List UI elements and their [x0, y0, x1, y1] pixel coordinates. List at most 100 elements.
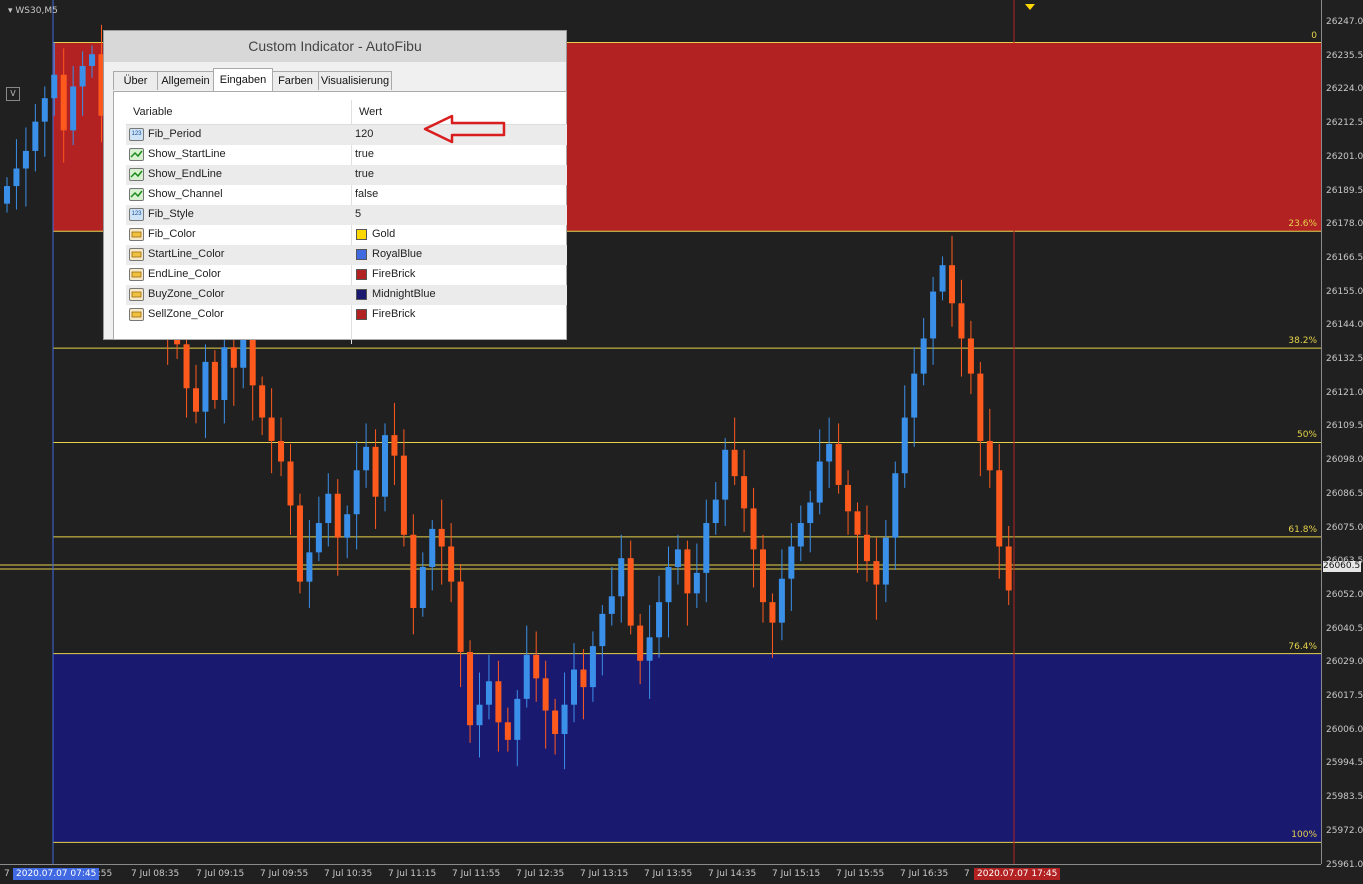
price-tick: 26224.0	[1326, 84, 1363, 95]
price-tick: 26235.5	[1326, 50, 1363, 61]
candle-body	[703, 523, 710, 573]
column-variable[interactable]: Variable	[133, 106, 173, 118]
price-tick: 25994.5	[1326, 758, 1363, 769]
candle-body	[920, 338, 927, 374]
variable-name: Show_Channel	[148, 188, 223, 200]
variable-value[interactable]: MidnightBlue	[372, 288, 436, 300]
candle-body	[589, 646, 596, 688]
time-tick: 7 Jul 16:35	[900, 869, 949, 879]
candle-body	[504, 722, 511, 740]
dialog-title[interactable]: Custom Indicator - AutoFibu	[104, 31, 566, 62]
variable-value[interactable]: true	[355, 148, 374, 160]
time-tick: 7	[4, 869, 10, 879]
candle-body	[429, 528, 436, 567]
candle-body	[826, 443, 833, 462]
variable-value[interactable]: FireBrick	[372, 308, 415, 320]
tab-eingaben[interactable]: Eingaben	[213, 68, 273, 91]
candle-body	[930, 291, 937, 339]
time-tick: 7 Jul 09:15	[196, 869, 245, 879]
candle-body	[4, 186, 10, 204]
tab-allgemein[interactable]: Allgemein	[157, 71, 214, 90]
candle-body	[996, 470, 1003, 547]
variable-name: BuyZone_Color	[148, 288, 225, 300]
candle-body	[60, 74, 67, 131]
color-swatch[interactable]	[356, 249, 367, 260]
variable-name: Show_StartLine	[148, 148, 226, 160]
price-tick: 26006.0	[1326, 724, 1363, 735]
input-row[interactable]: Show_StartLine true	[126, 145, 567, 165]
candle-body	[240, 335, 247, 368]
variable-name: Fib_Style	[148, 208, 194, 220]
color-swatch[interactable]	[356, 269, 367, 280]
candle-body	[32, 121, 39, 151]
variable-value[interactable]: 120	[355, 128, 373, 140]
column-value[interactable]: Wert	[359, 106, 382, 118]
price-tick: 26155.0	[1326, 286, 1363, 297]
candle-body	[949, 265, 955, 304]
current-price-badge: 26060.5	[1323, 561, 1361, 572]
price-tick: 26017.5	[1326, 691, 1363, 701]
input-row[interactable]: SellZone_Color FireBrick	[126, 305, 567, 325]
candle-body	[70, 86, 77, 131]
color-swatch[interactable]	[356, 289, 367, 300]
candle-body	[760, 549, 766, 603]
input-row[interactable]: EndLine_Color FireBrick	[126, 265, 567, 285]
candle-body	[372, 446, 379, 497]
color-swatch[interactable]	[356, 229, 367, 240]
color-icon	[129, 228, 144, 241]
price-tick: 26052.0	[1326, 589, 1363, 600]
fib-label: 50%	[1296, 430, 1317, 441]
variable-value[interactable]: FireBrick	[372, 268, 415, 280]
variable-value[interactable]: Gold	[372, 228, 395, 240]
red-arrow-annotation	[423, 114, 506, 144]
candle-body	[211, 361, 218, 400]
tab-visualisierung[interactable]: Visualisierung	[318, 71, 392, 90]
time-tick: 7 Jul 14:35	[708, 869, 757, 879]
candle-body	[400, 455, 407, 535]
candle-body	[731, 449, 738, 477]
input-row[interactable]: BuyZone_Color MidnightBlue	[126, 285, 567, 305]
candle-body	[193, 388, 199, 412]
variable-value[interactable]: true	[355, 168, 374, 180]
candle-body	[334, 493, 341, 538]
price-tick: 25972.0	[1326, 825, 1363, 836]
time-tick: 7 Jul 08:35	[131, 869, 180, 879]
tab-farben[interactable]: Farben	[272, 71, 319, 90]
variable-value[interactable]: 5	[355, 208, 361, 220]
candle-body	[580, 669, 587, 688]
indicator-dialog[interactable]: Custom Indicator - AutoFibu Über Allgemei…	[103, 30, 567, 344]
candle-body	[958, 303, 965, 339]
candle-body	[325, 493, 332, 524]
price-tick: 26212.5	[1326, 118, 1363, 129]
candle-body	[571, 669, 577, 705]
price-tick: 26029.0	[1326, 657, 1363, 668]
time-axis: 7 7:55 7 Jul 08:35 7 Jul 09:15 7 Jul 09:55 7 …	[0, 864, 1321, 884]
input-row[interactable]: Show_Channel false	[126, 185, 567, 205]
color-swatch[interactable]	[356, 309, 367, 320]
variable-name: Fib_Period	[148, 128, 202, 140]
candle-body	[845, 484, 852, 512]
candle-body	[863, 534, 870, 562]
variable-value[interactable]: false	[355, 188, 378, 200]
input-row[interactable]: StartLine_Color RoyalBlue	[126, 245, 567, 265]
candle-body	[816, 461, 823, 503]
price-tick: 25983.5	[1326, 792, 1363, 803]
candle-body	[22, 150, 29, 169]
candle-body	[939, 265, 946, 292]
input-row[interactable]: Fib_Color Gold	[126, 225, 567, 245]
one-click-toggle[interactable]: V	[6, 87, 20, 101]
bool-icon	[129, 168, 144, 181]
candle-body	[391, 435, 398, 456]
time-tick: 7 Jul 10:35	[324, 869, 373, 879]
tab-über[interactable]: Über	[113, 71, 158, 90]
candle-body	[476, 704, 483, 726]
input-row[interactable]: Show_EndLine true	[126, 165, 567, 185]
candle-body	[438, 528, 445, 547]
input-row[interactable]: 123 Fib_Style 5	[126, 205, 567, 225]
variable-value[interactable]: RoyalBlue	[372, 248, 422, 260]
price-tick: 26166.5	[1326, 252, 1363, 263]
candle-body	[967, 338, 974, 374]
price-axis: 26247.0 26235.5 26224.0 26212.5 26201.0 26189…	[1321, 0, 1363, 870]
price-tick: 26109.5	[1326, 421, 1363, 432]
time-tick: 7	[964, 869, 970, 879]
